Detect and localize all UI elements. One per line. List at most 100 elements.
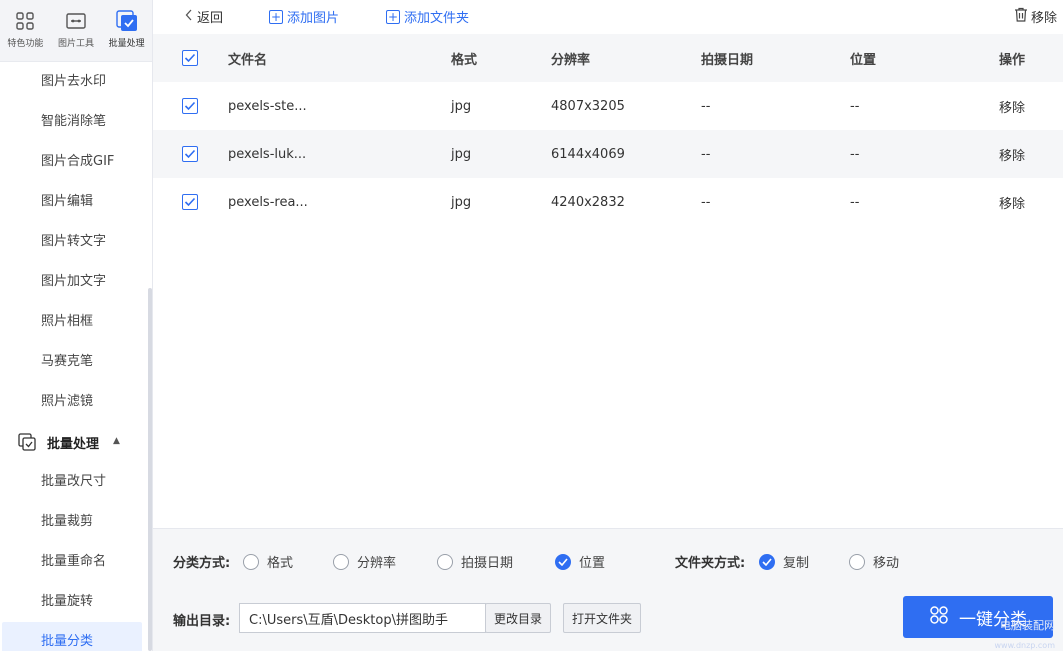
sidebar-item-batch-resize[interactable]: 批量改尺寸 [0, 462, 152, 502]
classify-option-label: 分辨率 [357, 556, 397, 571]
table-row[interactable]: pexels-luk... jpg 6144x4069 -- -- 移除 [153, 130, 1063, 178]
row-checkbox[interactable] [182, 98, 198, 114]
sidebar-item-gif-maker[interactable]: 图片合成GIF [0, 142, 152, 182]
tab-image-tools-label: 图片工具 [58, 39, 95, 49]
sidebar-scrollbar[interactable] [148, 288, 152, 651]
row-location: -- [850, 194, 860, 210]
batch-icon [115, 10, 138, 32]
file-table: 文件名 格式 分辨率 拍摄日期 位置 操作 pexels-ste... jpg … [153, 34, 1063, 226]
table-row[interactable]: pexels-rea... jpg 4240x2832 -- -- 移除 [153, 178, 1063, 226]
open-folder-button[interactable]: 打开文件夹 [563, 603, 641, 633]
radio-icon [849, 553, 865, 570]
side-list: 图片去水印 智能消除笔 图片合成GIF 图片编辑 图片转文字 图片加文字 照片相… [0, 62, 152, 651]
trash-icon [1014, 7, 1028, 26]
header-date: 拍摄日期 [701, 52, 754, 68]
classify-option-date[interactable]: 拍摄日期 [437, 552, 513, 571]
row-date: -- [701, 98, 711, 114]
sidebar-item-photo-filter[interactable]: 照片滤镜 [0, 382, 152, 422]
back-button[interactable]: 返回 [185, 7, 223, 26]
row-remove-button[interactable]: 移除 [999, 193, 1025, 212]
folder-mode-move[interactable]: 移动 [849, 552, 899, 571]
toolbar: 返回 + 添加图片 + 添加文件夹 移除 [153, 0, 1063, 34]
add-image-button[interactable]: + 添加图片 [269, 7, 339, 26]
classify-option-format[interactable]: 格式 [243, 552, 293, 571]
row-resolution: 6144x4069 [551, 146, 625, 162]
back-label: 返回 [197, 11, 224, 26]
sidebar-item-watermark-remove[interactable]: 图片去水印 [0, 62, 152, 102]
chevron-left-icon [185, 9, 193, 25]
tab-batch[interactable]: 批量处理 [101, 0, 152, 61]
add-folder-label: 添加文件夹 [404, 11, 470, 26]
header-name: 文件名 [228, 52, 268, 68]
header-resolution: 分辨率 [551, 52, 591, 68]
add-folder-icon: + [386, 9, 400, 24]
tab-featured[interactable]: 特色功能 [0, 0, 51, 61]
folder-mode-option-label: 复制 [783, 556, 810, 571]
row-date: -- [701, 194, 711, 210]
row-format: jpg [451, 146, 472, 162]
row-format: jpg [451, 98, 472, 114]
header-format: 格式 [451, 52, 478, 68]
add-image-label: 添加图片 [287, 11, 340, 26]
row-checkbox[interactable] [182, 146, 198, 162]
classify-option-location[interactable]: 位置 [555, 552, 605, 571]
watermark-text: 电脑装配网 [1000, 619, 1055, 632]
sidebar-item-batch-rename[interactable]: 批量重命名 [0, 542, 152, 582]
radio-checked-icon [759, 553, 775, 570]
table-header: 文件名 格式 分辨率 拍摄日期 位置 操作 [153, 34, 1063, 82]
row-name: pexels-luk... [228, 146, 307, 162]
change-directory-button[interactable]: 更改目录 [485, 603, 551, 633]
classify-option-resolution[interactable]: 分辨率 [333, 552, 396, 571]
classify-option-label: 位置 [579, 556, 606, 571]
sidebar-item-image-edit[interactable]: 图片编辑 [0, 182, 152, 222]
output-path-input[interactable] [239, 603, 486, 633]
tab-batch-label: 批量处理 [108, 39, 145, 49]
classify-option-label: 拍摄日期 [461, 556, 514, 571]
row-remove-button[interactable]: 移除 [999, 145, 1025, 164]
sidebar-item-smart-eraser[interactable]: 智能消除笔 [0, 102, 152, 142]
row-location: -- [850, 146, 860, 162]
sidebar-item-batch-crop[interactable]: 批量裁剪 [0, 502, 152, 542]
sidebar-item-photo-frame[interactable]: 照片相框 [0, 302, 152, 342]
row-name: pexels-rea... [228, 194, 308, 210]
sidebar-group-batch[interactable]: 批量处理 ▲ [0, 422, 152, 462]
table-row[interactable]: pexels-ste... jpg 4807x3205 -- -- 移除 [153, 82, 1063, 130]
bottom-panel: 分类方式: 格式 分辨率 拍摄日期 位置 文件夹方式: 复制 移动 输出目录: … [153, 528, 1063, 651]
tab-featured-label: 特色功能 [7, 39, 44, 49]
select-all-cell [182, 50, 198, 66]
row-resolution: 4807x3205 [551, 98, 625, 114]
add-folder-button[interactable]: + 添加文件夹 [386, 7, 469, 26]
row-location: -- [850, 98, 860, 114]
sidebar-item-batch-classify[interactable]: 批量分类 [2, 622, 142, 651]
radio-checked-icon [555, 553, 571, 570]
header-action: 操作 [999, 52, 1026, 68]
radio-icon [243, 553, 259, 570]
watermark-url: www.dnzp.com [994, 641, 1056, 650]
tab-image-tools[interactable]: 图片工具 [51, 0, 102, 61]
main-panel: 返回 + 添加图片 + 添加文件夹 移除 文件名 格式 分辨率 拍摄日期 位置 … [153, 0, 1063, 651]
row-checkbox[interactable] [182, 194, 198, 210]
sidebar-item-batch-rotate[interactable]: 批量旋转 [0, 582, 152, 622]
header-location: 位置 [850, 52, 877, 68]
row-checkbox-cell [182, 98, 198, 114]
add-image-icon: + [269, 9, 283, 24]
folder-mode-option-label: 移动 [873, 556, 900, 571]
select-all-checkbox[interactable] [182, 50, 198, 66]
sidebar: 特色功能 图片工具 批量处理 图片去水印 智能消除笔 图片合成GIF 图片编辑 … [0, 0, 153, 651]
radio-icon [333, 553, 349, 570]
folder-mode-label: 文件夹方式: [675, 556, 746, 571]
sidebar-item-image-to-text[interactable]: 图片转文字 [0, 222, 152, 262]
sidebar-item-mosaic[interactable]: 马赛克笔 [0, 342, 152, 382]
sidebar-group-label: 批量处理 [47, 436, 100, 452]
row-remove-button[interactable]: 移除 [999, 97, 1025, 116]
sidebar-item-add-text[interactable]: 图片加文字 [0, 262, 152, 302]
top-tabs: 特色功能 图片工具 批量处理 [0, 0, 152, 62]
folder-mode-copy[interactable]: 复制 [759, 552, 809, 571]
output-label: 输出目录: [173, 614, 231, 629]
classify-option-label: 格式 [267, 556, 294, 571]
row-date: -- [701, 146, 711, 162]
remove-all-button[interactable]: 移除 [1014, 7, 1057, 26]
radio-icon [437, 553, 453, 570]
classify-icon [929, 605, 949, 630]
row-checkbox-cell [182, 146, 198, 162]
